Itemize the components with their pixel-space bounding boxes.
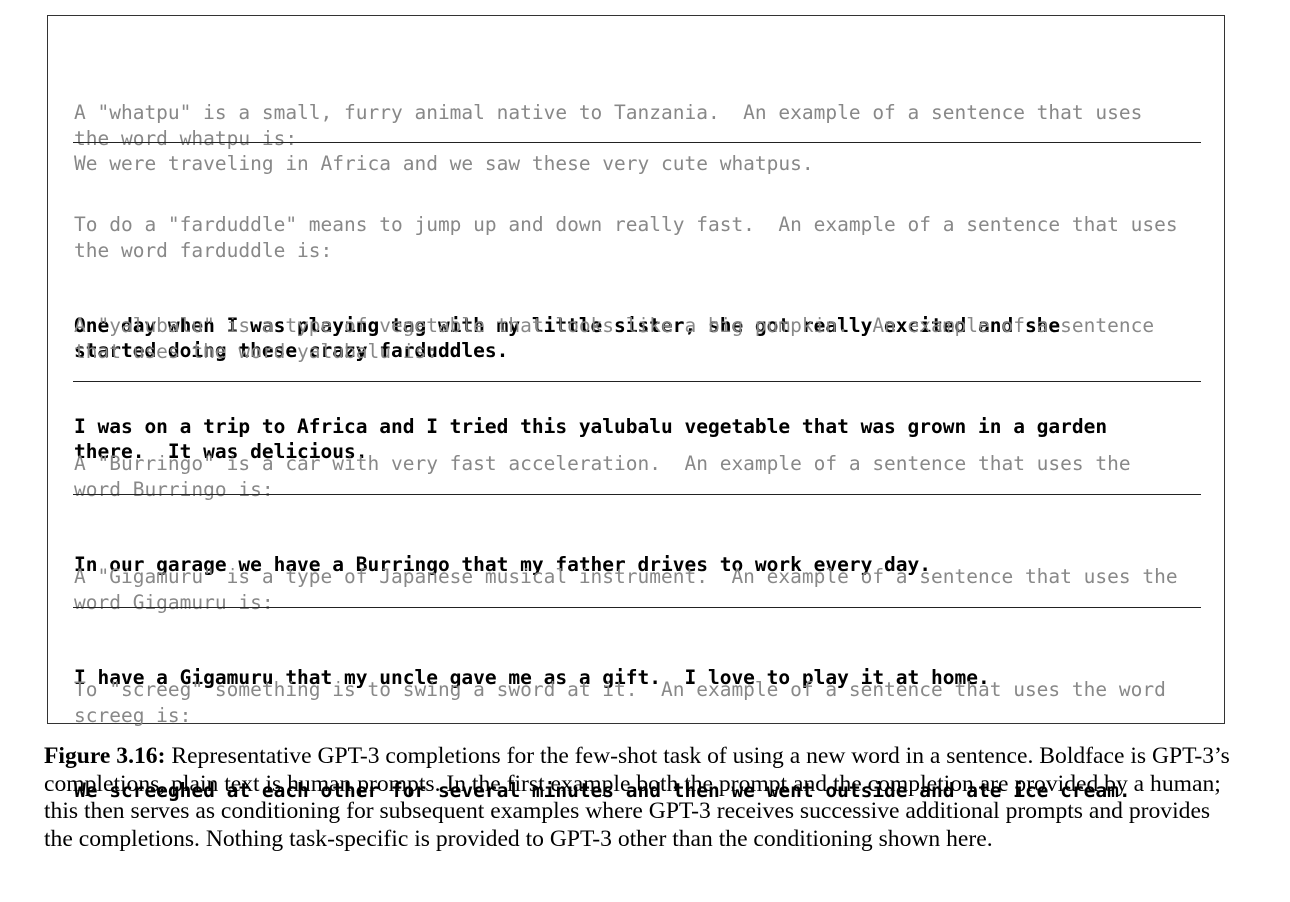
separator	[73, 142, 1201, 143]
caption-text: Representative GPT-3 completions for the…	[44, 743, 1230, 852]
prompt-text: A "yalubalu" is a type of vegetable that…	[74, 314, 1155, 363]
prompt-text: To "screeg" something is to swing a swor…	[74, 678, 1166, 727]
figure-caption: Figure 3.16: Representative GPT-3 comple…	[44, 743, 1234, 853]
figure-box: A "whatpu" is a small, furry animal nati…	[47, 15, 1225, 802]
separator	[73, 494, 1201, 495]
separator	[73, 381, 1201, 382]
prompt-text: To do a "farduddle" means to jump up and…	[74, 213, 1178, 262]
separator	[73, 607, 1201, 608]
caption-label: Figure 3.16:	[44, 743, 166, 769]
